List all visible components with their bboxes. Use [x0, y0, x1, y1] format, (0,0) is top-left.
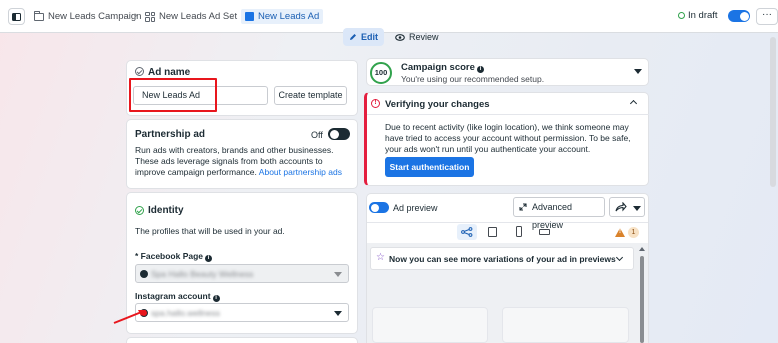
- verify-title: Verifying your changes: [385, 99, 490, 110]
- top-bar: New Leads Campaign › New Leads Ad Set › …: [0, 0, 778, 33]
- campaign-score-title: Campaign score i: [401, 62, 484, 73]
- check-circle-icon: [135, 206, 144, 215]
- partnership-description: Run ads with creators, brands and other …: [135, 145, 350, 178]
- campaign-score-subtitle: You're using our recommended setup.: [401, 74, 545, 84]
- tab-review-label: Review: [409, 32, 439, 42]
- caret-down-icon: [334, 311, 342, 316]
- eye-icon: [395, 33, 405, 41]
- ad-preview-toggle[interactable]: [369, 202, 389, 213]
- partnership-title: Partnership ad: [135, 129, 206, 140]
- preview-placeholder: [502, 307, 629, 343]
- more-options-button[interactable]: ···: [756, 8, 778, 25]
- chevron-right-icon: ›: [134, 10, 138, 21]
- caret-down-icon: [334, 272, 342, 277]
- partnership-toggle[interactable]: [328, 128, 350, 140]
- draft-toggle[interactable]: [728, 10, 750, 22]
- draft-status: In draft: [678, 10, 718, 21]
- placement-square-button[interactable]: [483, 224, 503, 240]
- facebook-page-value: Spa Hallo Beauty Wellness: [151, 269, 254, 279]
- share-button[interactable]: [609, 197, 645, 217]
- draft-status-icon: [678, 12, 685, 19]
- campaign-score-title-text: Campaign score: [401, 62, 475, 73]
- start-authentication-button[interactable]: Start authentication: [385, 157, 474, 177]
- expand-icon: [519, 203, 527, 211]
- instagram-account-label-text: Instagram account: [135, 291, 211, 301]
- placement-landscape-button[interactable]: [535, 224, 555, 240]
- sidebar-toggle-button[interactable]: [8, 8, 25, 25]
- instagram-account-label: Instagram account i: [135, 291, 220, 302]
- pencil-icon: [350, 34, 356, 40]
- placement-story-button[interactable]: [509, 224, 529, 240]
- scroll-up-arrow[interactable]: [639, 247, 645, 251]
- partnership-toggle-label: Off: [311, 130, 323, 140]
- caret-down-icon: [633, 206, 641, 211]
- ad-preview-label: Ad preview: [393, 203, 438, 213]
- create-template-button[interactable]: Create template: [274, 86, 347, 105]
- campaign-score-ring: 100: [370, 62, 392, 84]
- tab-edit[interactable]: Edit: [343, 28, 384, 46]
- ad-set-grid-icon: [145, 11, 155, 22]
- info-icon[interactable]: i: [212, 295, 220, 302]
- sparkle-icon: ☆: [376, 252, 385, 263]
- divider: [367, 114, 649, 115]
- instagram-account-select[interactable]: spa.hallo.wellness: [135, 303, 349, 322]
- tab-edit-label: Edit: [361, 32, 378, 42]
- facebook-page-label: * Facebook Page i: [135, 251, 213, 262]
- info-icon[interactable]: i: [476, 66, 484, 73]
- divider: [367, 222, 648, 223]
- square-icon: [488, 227, 497, 237]
- identity-title: Identity: [148, 205, 184, 216]
- variations-banner-text: Now you can see more variations of your …: [389, 254, 616, 264]
- annotation-arrow: [113, 310, 146, 324]
- breadcrumb-campaign[interactable]: New Leads Campaign: [34, 9, 141, 24]
- info-icon[interactable]: i: [205, 255, 213, 262]
- about-partnership-link[interactable]: About partnership ads: [259, 167, 342, 177]
- warning-circle-icon: [371, 99, 380, 108]
- breadcrumb-ad[interactable]: New Leads Ad: [241, 9, 324, 24]
- breadcrumb-ad-set[interactable]: New Leads Ad Set: [145, 9, 237, 24]
- warning-icon[interactable]: [615, 228, 625, 237]
- draft-status-label: In draft: [688, 10, 718, 21]
- check-circle-icon: [135, 67, 144, 76]
- ad-name-title: Ad name: [148, 67, 191, 78]
- placement-feed-button[interactable]: [457, 224, 477, 240]
- page-avatar: [140, 270, 148, 278]
- chevron-right-icon: ›: [231, 10, 235, 21]
- phone-icon: [516, 226, 522, 237]
- next-section-card: [126, 337, 358, 343]
- warning-count-badge: 1: [628, 227, 639, 238]
- caret-down-icon[interactable]: [634, 69, 642, 74]
- sidebar-panel-icon: [12, 12, 21, 21]
- share-icon: [615, 202, 627, 212]
- placements-icon: [461, 227, 473, 237]
- breadcrumb-campaign-label: New Leads Campaign: [48, 11, 142, 22]
- ad-icon: [245, 12, 254, 21]
- facebook-page-label-text: * Facebook Page: [135, 251, 204, 261]
- landscape-icon: [539, 229, 550, 235]
- preview-placeholder: [372, 307, 488, 343]
- page-scrollbar[interactable]: [770, 37, 776, 187]
- breadcrumb-ad-set-label: New Leads Ad Set: [159, 11, 238, 22]
- annotation-highlight-box: [129, 78, 217, 112]
- folder-icon: [34, 10, 44, 21]
- facebook-page-select[interactable]: Spa Hallo Beauty Wellness: [135, 264, 349, 283]
- breadcrumb-ad-label: New Leads Ad: [258, 11, 320, 22]
- tab-review[interactable]: Review: [389, 28, 445, 46]
- instagram-account-value: spa.hallo.wellness: [151, 308, 220, 318]
- identity-description: The profiles that will be used in your a…: [135, 226, 285, 236]
- preview-scrollbar[interactable]: [640, 256, 644, 343]
